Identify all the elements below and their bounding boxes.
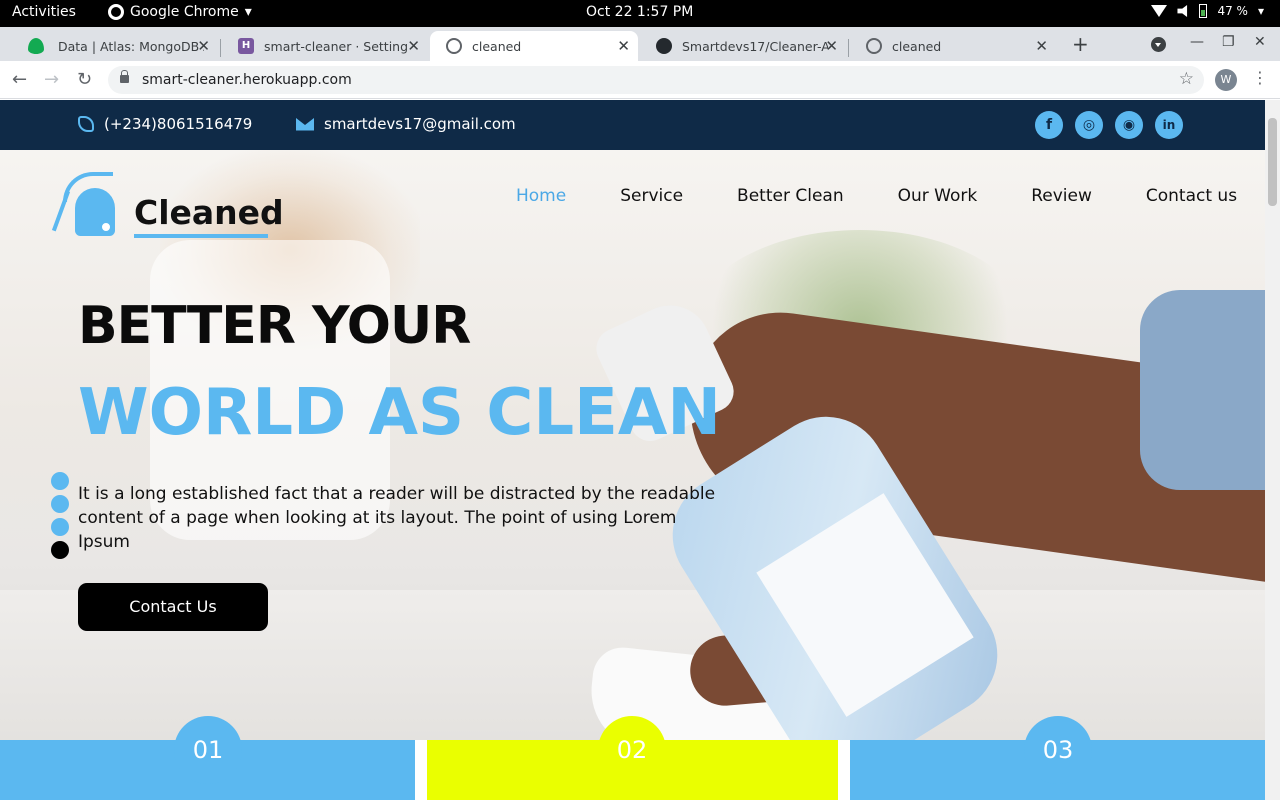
tab-separator xyxy=(848,39,849,57)
carousel-dot[interactable] xyxy=(51,472,69,490)
wifi-icon xyxy=(1151,5,1168,17)
feature-card[interactable]: 03 xyxy=(850,716,1265,800)
contact-bar: (+234)8061516479 smartdevs17@gmail.com f… xyxy=(0,100,1265,150)
linkedin-icon[interactable]: in xyxy=(1155,111,1183,139)
vacuum-cleaner-icon xyxy=(51,170,127,236)
tab-cleaned[interactable]: cleaned ✕ xyxy=(850,31,1056,61)
address-bar[interactable]: smart-cleaner.herokuapp.com ☆ xyxy=(108,66,1204,94)
github-icon xyxy=(656,38,672,54)
tab-label: Data | Atlas: MongoDB Atl xyxy=(58,38,204,54)
page-viewport: (+234)8061516479 smartdevs17@gmail.com f… xyxy=(0,100,1265,800)
tab-label: Smartdevs17/Cleaner-Ap xyxy=(682,38,828,54)
main-nav: Home Service Better Clean Our Work Revie… xyxy=(516,186,1237,206)
close-icon[interactable]: ✕ xyxy=(825,37,838,55)
tab-cleaned-active[interactable]: cleaned ✕ xyxy=(430,31,638,61)
back-button[interactable]: ← xyxy=(12,69,27,90)
hero-image-sleeve xyxy=(1140,290,1265,490)
carousel-dot-active[interactable] xyxy=(51,541,69,559)
battery-percent: 47 % xyxy=(1217,4,1248,18)
tab-label: cleaned xyxy=(472,38,522,54)
battery-icon xyxy=(1199,4,1208,18)
nav-contact-us[interactable]: Contact us xyxy=(1146,186,1237,206)
new-tab-button[interactable]: + xyxy=(1072,32,1089,56)
lock-icon[interactable] xyxy=(120,70,129,83)
carousel-dot[interactable] xyxy=(51,518,69,536)
restore-button[interactable]: ❐ xyxy=(1222,34,1235,50)
feature-card[interactable]: 02 xyxy=(427,716,838,800)
heroku-icon: H xyxy=(238,38,254,54)
contact-us-button[interactable]: Contact Us xyxy=(78,583,268,631)
scrollbar-thumb[interactable] xyxy=(1268,118,1277,206)
tab-separator xyxy=(220,39,221,57)
reload-button[interactable]: ↻ xyxy=(77,69,92,90)
app-name: Google Chrome xyxy=(130,4,239,20)
bookmark-star-icon[interactable]: ☆ xyxy=(1179,69,1194,89)
feature-card[interactable]: 01 xyxy=(0,716,415,800)
chrome-menu-icon[interactable]: ⋮ xyxy=(1252,68,1268,87)
phone-icon xyxy=(78,116,94,132)
mongodb-leaf-icon xyxy=(28,38,44,54)
globe-icon xyxy=(446,38,462,54)
tab-label: cleaned xyxy=(892,38,942,54)
nav-service[interactable]: Service xyxy=(620,186,683,206)
tab-heroku[interactable]: H smart-cleaner · Settings | ✕ xyxy=(222,31,428,61)
carousel-indicators xyxy=(51,472,69,564)
feature-cards: 01 02 03 xyxy=(0,716,1265,800)
contact-email[interactable]: smartdevs17@gmail.com xyxy=(296,115,516,133)
contact-phone[interactable]: (+234)8061516479 xyxy=(78,115,252,133)
volume-icon xyxy=(1177,5,1188,17)
chevron-down-icon: ▾ xyxy=(1257,4,1264,18)
close-window-button[interactable]: ✕ xyxy=(1254,34,1266,50)
github-icon[interactable]: ◉ xyxy=(1115,111,1143,139)
mail-icon xyxy=(296,117,314,131)
carousel-dot[interactable] xyxy=(51,495,69,513)
app-menu[interactable]: Google Chrome ▾ xyxy=(108,4,252,20)
close-icon[interactable]: ✕ xyxy=(197,37,210,55)
close-icon[interactable]: ✕ xyxy=(407,37,420,55)
tab-github[interactable]: Smartdevs17/Cleaner-Ap ✕ xyxy=(640,31,846,61)
chrome-icon xyxy=(108,4,124,20)
card-number: 02 xyxy=(598,716,666,784)
hero-section: Cleaned Home Service Better Clean Our Wo… xyxy=(0,150,1265,740)
system-top-bar: Activities Google Chrome ▾ Oct 22 1:57 P… xyxy=(0,0,1280,27)
chevron-down-icon: ▾ xyxy=(244,4,252,20)
brand-name: Cleaned xyxy=(134,193,284,238)
nav-better-clean[interactable]: Better Clean xyxy=(737,186,844,206)
social-links: f ◎ ◉ in xyxy=(1035,111,1183,139)
email-address: smartdevs17@gmail.com xyxy=(324,115,516,133)
system-tray[interactable]: 47 % ▾ xyxy=(1151,4,1264,18)
hero-headline-line2: WORLD AS CLEAN xyxy=(78,376,721,450)
activities-button[interactable]: Activities xyxy=(12,4,76,20)
facebook-icon[interactable]: f xyxy=(1035,111,1063,139)
browser-toolbar: ← → ↻ smart-cleaner.herokuapp.com ☆ W ⋮ xyxy=(0,61,1280,99)
phone-number: (+234)8061516479 xyxy=(104,115,253,133)
forward-button[interactable]: → xyxy=(44,69,59,90)
nav-our-work[interactable]: Our Work xyxy=(898,186,978,206)
profile-avatar[interactable]: W xyxy=(1215,69,1237,91)
nav-home[interactable]: Home xyxy=(516,186,566,206)
globe-icon xyxy=(866,38,882,54)
card-number: 01 xyxy=(174,716,242,784)
nav-review[interactable]: Review xyxy=(1031,186,1092,206)
card-number: 03 xyxy=(1024,716,1092,784)
instagram-icon[interactable]: ◎ xyxy=(1075,111,1103,139)
tab-label: smart-cleaner · Settings | xyxy=(264,38,408,54)
close-icon[interactable]: ✕ xyxy=(1035,37,1048,55)
hero-headline-line1: BETTER YOUR xyxy=(78,296,471,356)
hero-description: It is a long established fact that a rea… xyxy=(78,484,716,552)
url-text: smart-cleaner.herokuapp.com xyxy=(142,72,352,88)
site-logo[interactable]: Cleaned xyxy=(51,170,284,238)
page-scrollbar[interactable] xyxy=(1265,100,1280,800)
close-icon[interactable]: ✕ xyxy=(617,37,630,55)
tab-search-icon[interactable] xyxy=(1151,37,1166,52)
clock[interactable]: Oct 22 1:57 PM xyxy=(586,4,693,20)
tab-mongodb[interactable]: Data | Atlas: MongoDB Atl ✕ xyxy=(8,31,218,61)
minimize-button[interactable]: — xyxy=(1190,34,1204,50)
